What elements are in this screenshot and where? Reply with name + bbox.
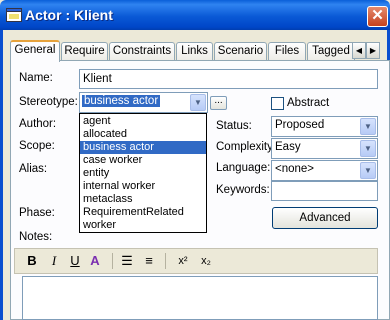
stereotype-dropdown-list: agent allocated business actor case work… [79,113,207,233]
language-label: Language: [216,162,271,174]
close-button[interactable]: ✕ [367,6,388,27]
tab-links[interactable]: Links [176,42,213,61]
tab-scroll-right-icon[interactable]: ▶ [366,42,380,59]
subscript-icon[interactable]: x₂ [197,252,215,270]
chevron-down-icon[interactable]: ▼ [360,162,376,179]
list-item[interactable]: allocated [80,128,206,141]
chevron-down-icon[interactable]: ▼ [190,94,206,111]
abstract-checkbox[interactable] [271,97,284,110]
name-label: Name: [19,72,53,84]
alias-label: Alias: [19,163,48,175]
stereotype-browse-button[interactable]: ... [210,96,227,110]
tab-files[interactable]: Files [268,42,306,61]
stereotype-value: business actor [82,95,161,107]
complexity-label: Complexity: [216,141,277,153]
list-item[interactable]: metaclass [80,193,206,206]
scope-label: Scope: [19,140,55,152]
application-icon [6,8,22,22]
list-item[interactable]: agent [80,115,206,128]
title-bar: Actor : Klient ✕ [0,0,390,30]
list-item[interactable]: internal worker [80,180,206,193]
tab-scroll-left-icon[interactable]: ◀ [352,42,366,59]
notes-editor[interactable] [22,276,378,320]
tab-strip: General Require Constraints Links Scenar… [10,40,390,62]
complexity-value: Easy [275,141,301,153]
window-title: Actor : Klient [25,7,113,23]
chevron-down-icon[interactable]: ▼ [360,118,376,135]
list-item[interactable]: business actor [80,141,206,154]
status-select[interactable]: Proposed ▼ [271,116,378,137]
notes-toolbar: B I U A ☰ ≡ x² x₂ [14,248,378,274]
status-label: Status: [216,120,252,132]
abstract-label: Abstract [287,97,330,109]
list-item[interactable]: worker [80,219,206,232]
keywords-label: Keywords: [216,184,270,196]
tab-general[interactable]: General [10,40,60,62]
underline-icon[interactable]: U [68,252,82,270]
list-item[interactable]: case worker [80,154,206,167]
notes-label: Notes: [19,231,53,243]
status-value: Proposed [275,119,325,131]
tab-scenario[interactable]: Scenario [214,42,267,61]
bullet-list-icon[interactable]: ☰ [119,252,135,270]
complexity-select[interactable]: Easy ▼ [271,138,378,159]
list-item[interactable]: RequirementRelated [80,206,206,219]
toolbar-separator [112,253,113,269]
tab-constraints[interactable]: Constraints [109,42,175,61]
close-icon: ✕ [371,7,384,24]
stereotype-label: Stereotype: [19,96,78,108]
italic-icon[interactable]: I [48,252,60,270]
stereotype-select[interactable]: business actor ▼ [79,92,208,113]
language-select[interactable]: <none> ▼ [271,160,378,181]
list-item[interactable]: entity [80,167,206,180]
tab-tagged[interactable]: Tagged [307,42,355,61]
language-value: <none> [275,163,315,175]
keywords-field[interactable] [271,181,378,201]
numbered-list-icon[interactable]: ≡ [141,252,157,270]
phase-label: Phase: [19,207,55,219]
chevron-down-icon[interactable]: ▼ [360,140,376,157]
bold-icon[interactable]: B [25,252,39,270]
advanced-button[interactable]: Advanced [272,207,378,229]
font-color-icon[interactable]: A [87,252,103,270]
author-label: Author: [19,118,57,130]
superscript-icon[interactable]: x² [174,252,192,270]
name-field[interactable]: Klient [79,69,378,89]
toolbar-separator [165,253,166,269]
tab-require[interactable]: Require [61,42,108,61]
